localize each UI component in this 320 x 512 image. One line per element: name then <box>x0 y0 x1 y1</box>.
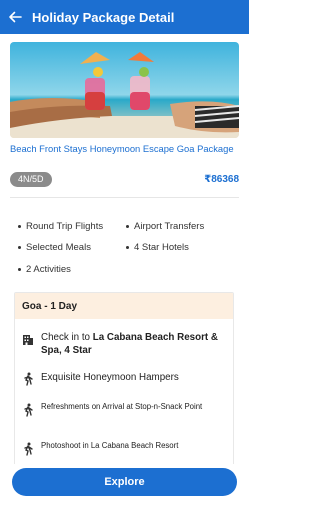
back-button[interactable] <box>0 0 30 34</box>
explore-button[interactable]: Explore <box>12 468 237 496</box>
itinerary-item: Exquisite Honeymoon Hampers <box>21 371 231 386</box>
inclusion-item: 4 Star Hotels <box>126 242 189 253</box>
itinerary-item: Photoshoot in La Cabana Beach Resort <box>21 441 231 456</box>
person-walking-icon <box>24 372 33 386</box>
divider <box>10 197 239 198</box>
hotel-building-icon <box>23 335 33 345</box>
bottom-bar: Explore <box>0 464 249 512</box>
person-walking-icon <box>24 403 33 417</box>
inclusion-item: Selected Meals <box>18 242 91 253</box>
inclusion-item: Airport Transfers <box>126 221 204 232</box>
person-walking-icon <box>24 442 33 456</box>
arrow-left-icon <box>9 11 22 23</box>
itinerary-item: Refreshments on Arrival at Stop-n-Snack … <box>21 402 231 417</box>
inclusion-item: 2 Activities <box>18 264 71 275</box>
package-price: ₹86368 <box>204 174 239 185</box>
itinerary-day-card: Goa - 1 Day Check in to La Cabana Beach … <box>14 292 234 464</box>
app-bar: Holiday Package Detail <box>0 0 249 34</box>
package-hero-image <box>10 42 239 138</box>
page-title: Holiday Package Detail <box>32 9 175 25</box>
scroll-content[interactable]: Beach Front Stays Honeymoon Escape Goa P… <box>0 34 249 464</box>
package-title: Beach Front Stays Honeymoon Escape Goa P… <box>10 143 234 154</box>
inclusion-item: Round Trip Flights <box>18 221 103 232</box>
duration-badge: 4N/5D <box>10 172 52 187</box>
itinerary-item: Check in to La Cabana Beach Resort & Spa… <box>21 331 231 357</box>
day-title: Goa - 1 Day <box>15 293 233 319</box>
